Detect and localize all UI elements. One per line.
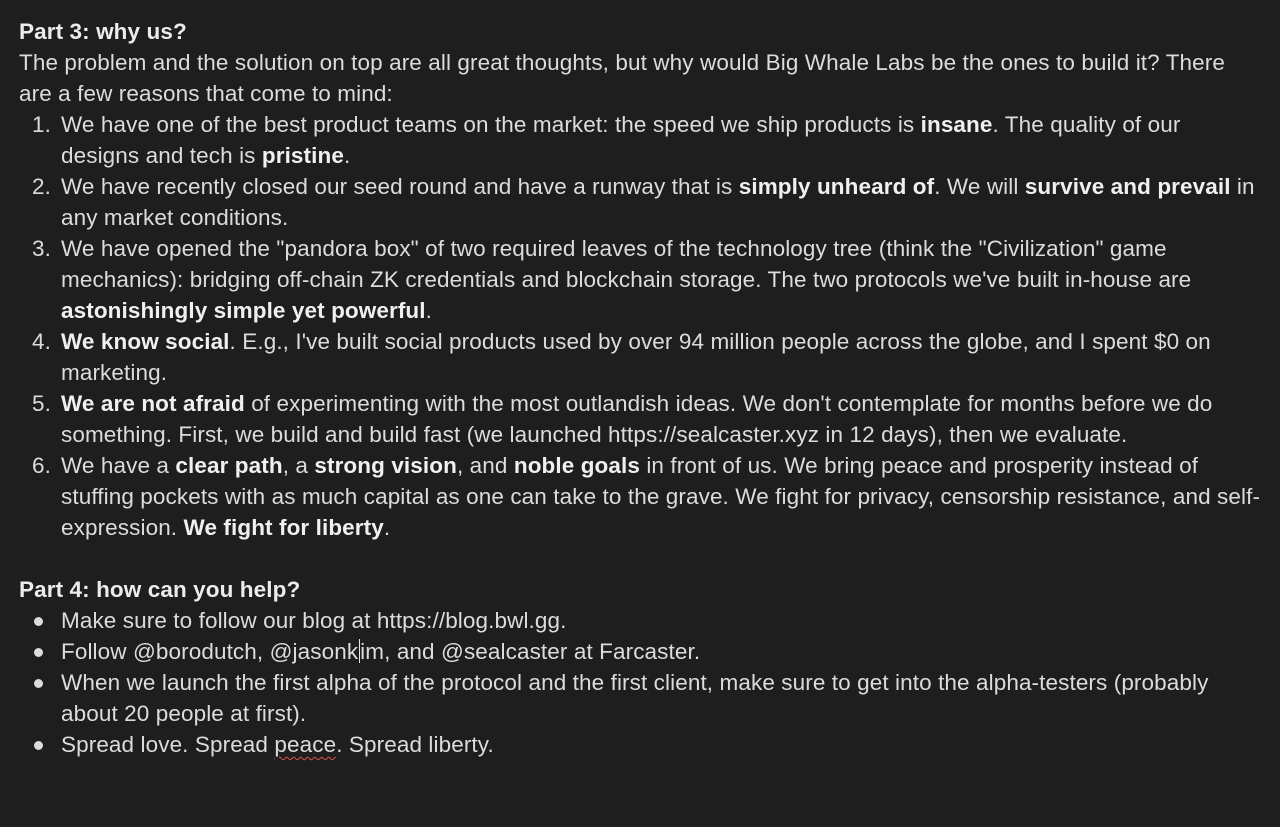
reason-bold: noble goals xyxy=(513,453,640,478)
reason-item-6: 6. We have a clear path, a strong vision,… xyxy=(19,450,1264,543)
help-item-1: Make sure to follow our blog at https://… xyxy=(19,605,1264,636)
part3-intro: The problem and the solution on top are … xyxy=(19,50,1225,106)
help-text: im, and @sealcaster at Farcaster. xyxy=(360,639,701,664)
help-item-3: When we launch the first alpha of the pr… xyxy=(19,667,1264,729)
bullet-icon xyxy=(34,617,43,626)
bullet-icon xyxy=(34,679,43,688)
reason-text: We have opened the "pandora box" of two … xyxy=(61,236,1192,292)
reason-bold: pristine xyxy=(261,143,344,168)
reason-text: We have recently closed our seed round a… xyxy=(61,174,739,199)
reason-text: , a xyxy=(282,453,315,478)
document-editor[interactable]: Part 3: why us? The problem and the solu… xyxy=(19,16,1264,760)
reason-item-2: 2. We have recently closed our seed round… xyxy=(19,171,1264,233)
help-item-4: Spread love. Spread peace. Spread libert… xyxy=(19,729,1264,760)
help-list: Make sure to follow our blog at https://… xyxy=(19,605,1264,760)
part4-heading: Part 4: how can you help? xyxy=(19,577,301,602)
list-number: 1. xyxy=(32,112,51,137)
reason-text: . xyxy=(425,298,432,323)
reason-text: , and xyxy=(456,453,514,478)
reasons-list: 1. We have one of the best product teams … xyxy=(19,109,1264,543)
reason-bold: We are not afraid xyxy=(61,391,245,416)
help-text: Follow @borodutch, @jasonk xyxy=(61,639,359,664)
reason-text: . xyxy=(343,143,351,168)
help-text: Make sure to follow our blog at https://… xyxy=(61,608,567,633)
reason-text: . xyxy=(383,515,391,540)
reason-text: . We will xyxy=(934,174,1025,199)
bullet-icon xyxy=(34,648,43,657)
reason-bold: clear path xyxy=(175,453,283,478)
reason-text: . E.g., I've built social products used … xyxy=(61,329,1211,385)
bullet-icon xyxy=(34,741,43,750)
reason-text: We have a xyxy=(61,453,176,478)
reason-item-5: 5. We are not afraid of experimenting wit… xyxy=(19,388,1264,450)
part3-heading: Part 3: why us? xyxy=(19,19,187,44)
reason-bold: insane xyxy=(920,112,993,137)
help-text: Spread love. Spread xyxy=(61,732,275,757)
list-number: 6. xyxy=(32,453,51,478)
list-number: 3. xyxy=(32,236,51,261)
reason-item-4: 4. We know social. E.g., I've built socia… xyxy=(19,326,1264,388)
spellcheck-flagged-word[interactable]: peace xyxy=(274,732,336,757)
reason-bold: strong vision xyxy=(314,453,457,478)
reason-bold: We fight for liberty xyxy=(183,515,384,540)
reason-text: We have one of the best product teams on… xyxy=(61,112,921,137)
list-number: 2. xyxy=(32,174,51,199)
reason-bold: survive and prevail xyxy=(1024,174,1231,199)
list-number: 5. xyxy=(32,391,51,416)
help-item-2: Follow @borodutch, @jasonkim, and @sealc… xyxy=(19,636,1264,667)
reason-item-3: 3. We have opened the "pandora box" of tw… xyxy=(19,233,1264,326)
reason-bold: We know social xyxy=(61,329,230,354)
list-number: 4. xyxy=(32,329,51,354)
help-text: . Spread liberty. xyxy=(336,732,494,757)
reason-bold: simply unheard of xyxy=(738,174,935,199)
help-text: When we launch the first alpha of the pr… xyxy=(61,670,1209,726)
reason-item-1: 1. We have one of the best product teams … xyxy=(19,109,1264,171)
reason-bold: astonishingly simple yet powerful xyxy=(61,298,426,323)
